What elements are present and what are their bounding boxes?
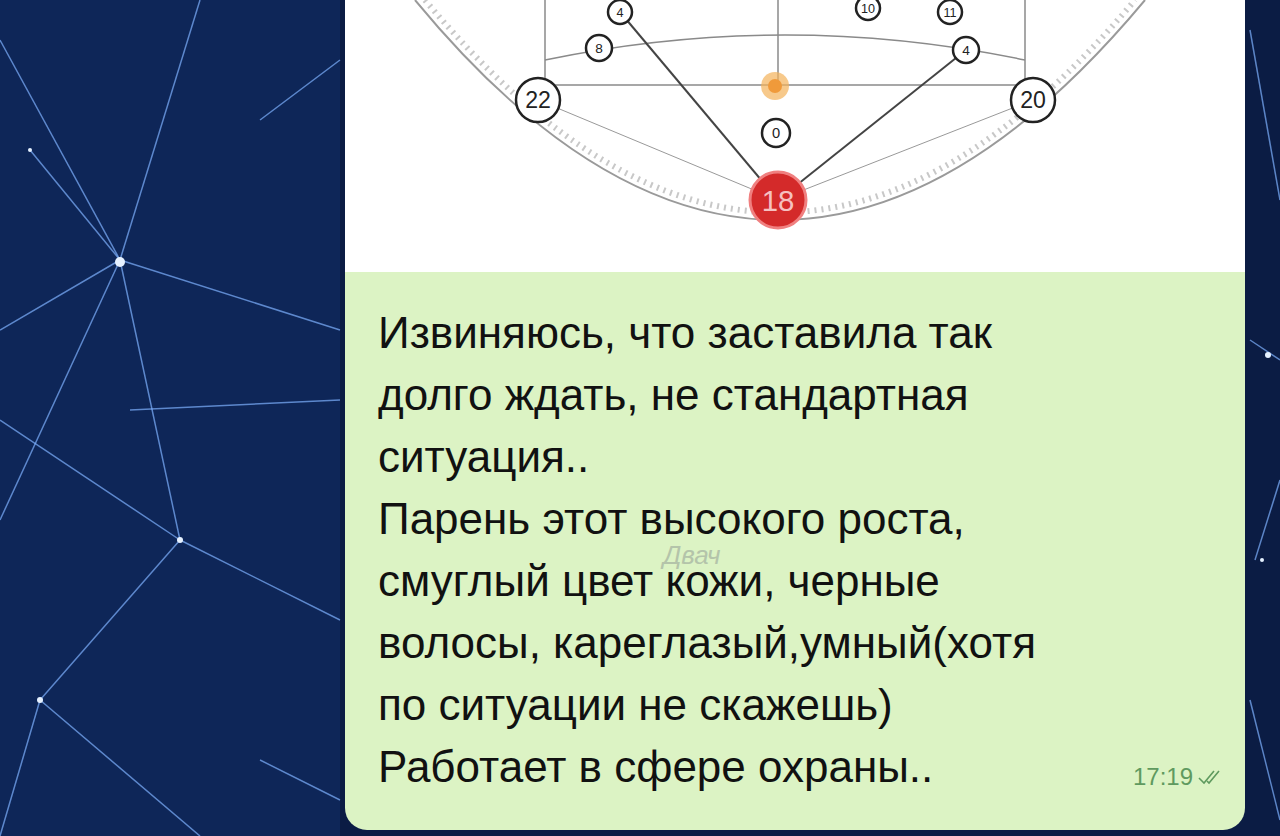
message-line: Извиняюсь, что заставила так xyxy=(378,302,1223,364)
diagram-node: 18 xyxy=(750,172,806,228)
svg-text:11: 11 xyxy=(943,6,956,20)
message-line: Парень этот высокого роста, xyxy=(378,488,1223,550)
svg-text:10: 10 xyxy=(861,2,875,16)
message-line: смуглый цвет кожи, черные xyxy=(378,550,1223,612)
svg-text:8: 8 xyxy=(595,41,603,56)
svg-text:4: 4 xyxy=(962,43,970,58)
svg-text:20: 20 xyxy=(1020,87,1046,113)
message-line: долго ждать, не стандартная xyxy=(378,364,1223,426)
diagram-node: 4 xyxy=(608,0,632,24)
diagram-node: 4 xyxy=(953,37,979,63)
read-checks-icon xyxy=(1197,769,1223,785)
watermark: Двач xyxy=(663,540,720,570)
message-text: Извиняюсь, что заставила такдолго ждать,… xyxy=(345,272,1245,830)
svg-text:22: 22 xyxy=(525,87,551,113)
message-line: Работает в сфере охраны..17:19 xyxy=(378,736,1223,798)
svg-text:4: 4 xyxy=(616,6,623,20)
message-line: ситуация.. xyxy=(378,426,1223,488)
message-time: 17:19 xyxy=(1133,762,1193,792)
svg-text:18: 18 xyxy=(762,184,795,217)
message-line: по ситуации не скажешь) xyxy=(378,674,1223,736)
diagram-node: 11 xyxy=(938,0,962,24)
diagram-node: 0 xyxy=(762,119,790,147)
diagram-node: 22 xyxy=(516,78,560,122)
message-meta: 17:19 xyxy=(1133,762,1223,798)
diagram-node: 8 xyxy=(586,35,612,61)
chat-screen: 22 20 8 4 10 11 4 0 18 Извиняюсь, что заставила т… xyxy=(0,0,1280,836)
svg-text:0: 0 xyxy=(772,125,780,141)
message-line: волосы, кареглазый,умный(хотя xyxy=(378,612,1223,674)
message-bubble: 22 20 8 4 10 11 4 0 18 Извиняюсь, что заставила т… xyxy=(345,0,1245,830)
matrix-diagram: 22 20 8 4 10 11 4 0 18 xyxy=(345,0,1245,272)
message-image[interactable]: 22 20 8 4 10 11 4 0 18 xyxy=(345,0,1245,272)
diagram-node: 10 xyxy=(856,0,880,20)
diagram-node: 20 xyxy=(1011,78,1055,122)
